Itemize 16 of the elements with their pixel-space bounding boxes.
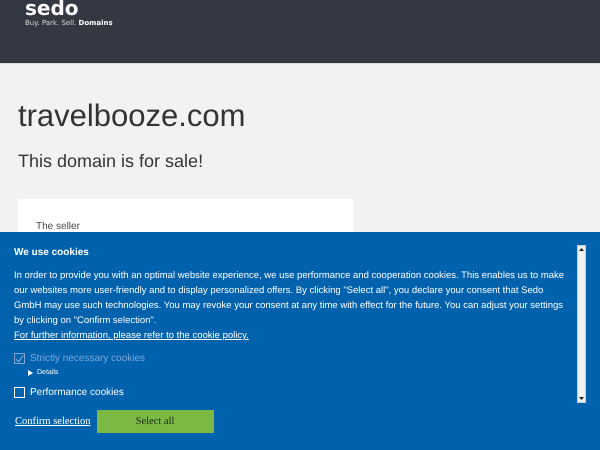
- select-all-button[interactable]: Select all: [96, 410, 214, 433]
- logo[interactable]: sedo: [25, 0, 79, 17]
- confirm-selection-link[interactable]: Confirm selection: [15, 414, 91, 430]
- option-label: Strictly necessary cookies: [30, 352, 146, 366]
- triangle-icon: [28, 370, 33, 376]
- cookie-text: In order to provide you with an optimal website experience, we use performance and cooperation cookies. This enables us to make our websites more user-friendly and to display personalized offers. By clicking "Select all", you declare your consent that Sedo GmbH may use such technologies. You may revoke your consent at any time with effect for the future. You can adjust your settings by clicking on "Confirm selection".: [14, 269, 566, 328]
- scrollbar[interactable]: [577, 245, 586, 403]
- scroll-down-icon: [578, 395, 585, 402]
- check-icon: [15, 354, 24, 364]
- card-heading: The seller: [36, 221, 80, 232]
- sale-subtitle: This domain is for sale!: [18, 150, 204, 173]
- option-label: Performance cookies: [30, 386, 124, 400]
- scroll-up-icon: [578, 246, 585, 253]
- cookie-title: We use cookies: [14, 246, 89, 260]
- domain-title: travelbooze.com: [18, 97, 246, 135]
- cookie-policy-link[interactable]: For further information, please refer to the cookie policy.: [14, 328, 249, 343]
